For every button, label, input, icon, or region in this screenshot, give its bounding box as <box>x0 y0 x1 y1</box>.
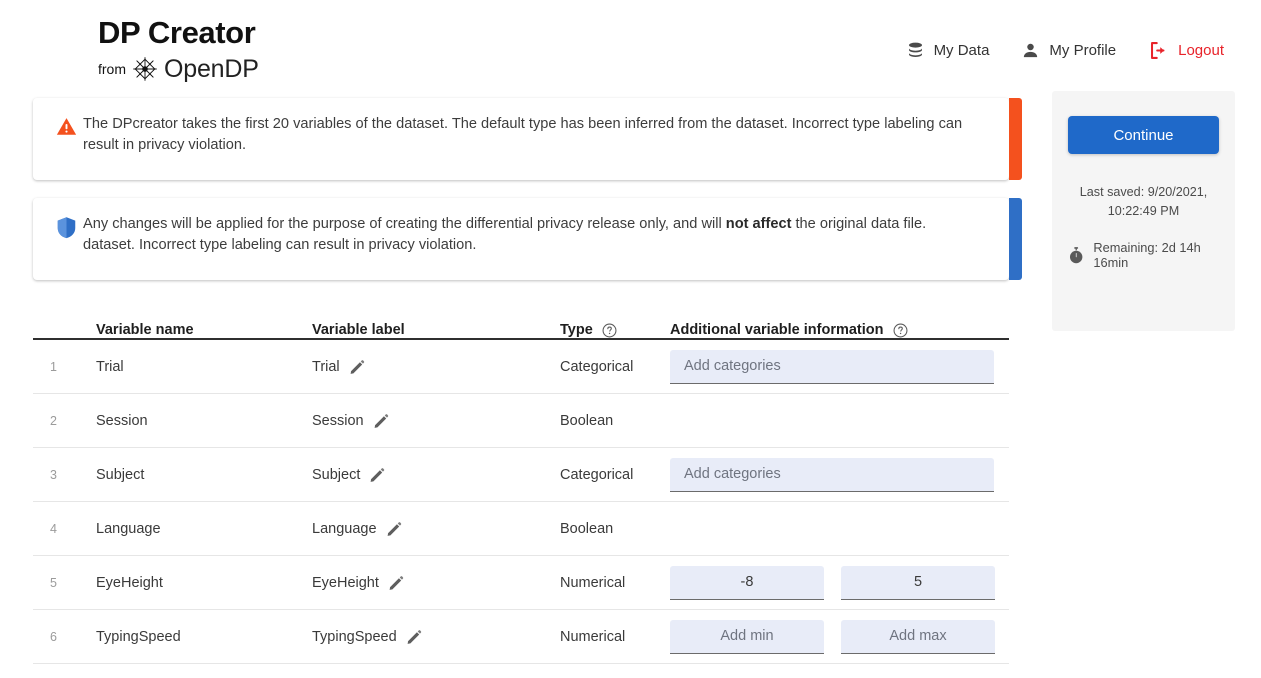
variable-label-cell: TypingSpeed <box>312 629 560 645</box>
table-row: 5EyeHeightEyeHeightNumerical <box>33 556 1009 610</box>
warning-accent-bar <box>1009 98 1022 180</box>
variable-label-text: EyeHeight <box>312 575 379 591</box>
variable-label-cell: Session <box>312 413 560 429</box>
min-input[interactable] <box>670 620 824 654</box>
person-icon <box>1021 41 1040 60</box>
variable-label-text: Trial <box>312 359 340 375</box>
shield-icon <box>49 214 83 239</box>
variable-label-cell: Trial <box>312 359 560 375</box>
info-alert-text: Any changes will be applied for the purp… <box>83 214 983 256</box>
additional-info-cell <box>670 350 1009 384</box>
variable-type[interactable]: Categorical <box>560 467 670 483</box>
column-header-type-label: Type <box>560 322 593 338</box>
variable-name: Language <box>96 521 312 537</box>
app-header: DP Creator from <box>0 0 1261 98</box>
nav-label-logout: Logout <box>1178 42 1224 59</box>
pencil-icon[interactable] <box>349 359 365 375</box>
variable-type[interactable]: Boolean <box>560 413 670 429</box>
nav-label-my-profile: My Profile <box>1049 42 1116 59</box>
info-alert-text-before: Any changes will be applied for the purp… <box>83 216 726 232</box>
remaining-time: Remaining: 2d 14h 16min <box>1068 240 1219 270</box>
variable-type[interactable]: Categorical <box>560 359 670 375</box>
logout-icon <box>1148 40 1169 61</box>
table-header-row: Variable name Variable label Type Additi… <box>33 304 1009 340</box>
nav-item-logout[interactable]: Logout <box>1148 40 1224 61</box>
variable-label-text: Subject <box>312 467 360 483</box>
warning-alert-text: The DPcreator takes the first 20 variabl… <box>83 114 983 156</box>
help-circle-icon[interactable] <box>602 323 617 338</box>
variable-label-text: Language <box>312 521 377 537</box>
pencil-icon[interactable] <box>373 413 389 429</box>
main-content: The DPcreator takes the first 20 variabl… <box>33 98 1009 664</box>
variable-label-text: TypingSpeed <box>312 629 397 645</box>
variable-name: TypingSpeed <box>96 629 312 645</box>
row-number: 5 <box>33 576 96 590</box>
warning-alert: The DPcreator takes the first 20 variabl… <box>33 98 1009 180</box>
variable-label-cell: Language <box>312 521 560 537</box>
variables-table: Variable name Variable label Type Additi… <box>33 304 1009 664</box>
info-alert: Any changes will be applied for the purp… <box>33 198 1009 280</box>
database-icon <box>906 41 925 60</box>
additional-info-cell <box>670 620 1009 654</box>
row-number: 6 <box>33 630 96 644</box>
last-saved-text: Last saved: 9/20/2021, 10:22:49 PM <box>1068 183 1219 221</box>
logo-from-label: from <box>98 59 126 79</box>
pencil-icon[interactable] <box>388 575 404 591</box>
column-header-type: Type <box>560 322 670 338</box>
stopwatch-icon <box>1068 245 1084 266</box>
help-circle-icon[interactable] <box>893 323 908 338</box>
row-number: 1 <box>33 360 96 374</box>
table-body: 1TrialTrialCategorical2SessionSessionBoo… <box>33 340 1009 664</box>
nav-label-my-data: My Data <box>934 42 990 59</box>
nav-item-my-data[interactable]: My Data <box>906 41 990 60</box>
pencil-icon[interactable] <box>406 629 422 645</box>
categories-input[interactable] <box>670 458 994 492</box>
main-navigation: My Data My Profile <box>906 40 1224 61</box>
remaining-time-label: Remaining: 2d 14h 16min <box>1093 240 1219 270</box>
table-row: 1TrialTrialCategorical <box>33 340 1009 394</box>
table-row: 3SubjectSubjectCategorical <box>33 448 1009 502</box>
variable-name: Trial <box>96 359 312 375</box>
column-header-variable-label: Variable label <box>312 322 560 338</box>
variable-name: Subject <box>96 467 312 483</box>
min-input[interactable] <box>670 566 824 600</box>
logo-subtitle: from <box>98 56 259 82</box>
row-number: 3 <box>33 468 96 482</box>
logo[interactable]: DP Creator from <box>98 16 259 82</box>
variable-name: Session <box>96 413 312 429</box>
pencil-icon[interactable] <box>386 521 402 537</box>
max-input[interactable] <box>841 620 995 654</box>
table-row: 6TypingSpeedTypingSpeedNumerical <box>33 610 1009 664</box>
max-input[interactable] <box>841 566 995 600</box>
variable-type[interactable]: Numerical <box>560 575 670 591</box>
status-sidebar: Continue Last saved: 9/20/2021, 10:22:49… <box>1052 91 1235 331</box>
row-number: 2 <box>33 414 96 428</box>
variable-type[interactable]: Numerical <box>560 629 670 645</box>
continue-button[interactable]: Continue <box>1068 116 1219 154</box>
variable-label-cell: Subject <box>312 467 560 483</box>
table-row: 4LanguageLanguageBoolean <box>33 502 1009 556</box>
table-row: 2SessionSessionBoolean <box>33 394 1009 448</box>
additional-info-cell <box>670 566 1009 600</box>
row-number: 4 <box>33 522 96 536</box>
column-header-additional-info: Additional variable information <box>670 322 1009 338</box>
column-header-variable-name: Variable name <box>96 322 312 338</box>
additional-info-cell <box>670 458 1009 492</box>
logo-brand-label: OpenDP <box>164 59 259 79</box>
info-accent-bar <box>1009 198 1022 280</box>
info-alert-text-emphasis: not affect <box>726 216 792 232</box>
variable-label-cell: EyeHeight <box>312 575 560 591</box>
variable-type[interactable]: Boolean <box>560 521 670 537</box>
column-header-additional-info-label: Additional variable information <box>670 322 884 338</box>
variable-name: EyeHeight <box>96 575 312 591</box>
starburst-icon <box>132 56 158 82</box>
pencil-icon[interactable] <box>369 467 385 483</box>
warning-triangle-icon <box>49 114 83 137</box>
categories-input[interactable] <box>670 350 994 384</box>
app-root: DP Creator from <box>0 0 1261 678</box>
nav-item-my-profile[interactable]: My Profile <box>1021 41 1116 60</box>
logo-title: DP Creator <box>98 16 259 50</box>
variable-label-text: Session <box>312 413 364 429</box>
